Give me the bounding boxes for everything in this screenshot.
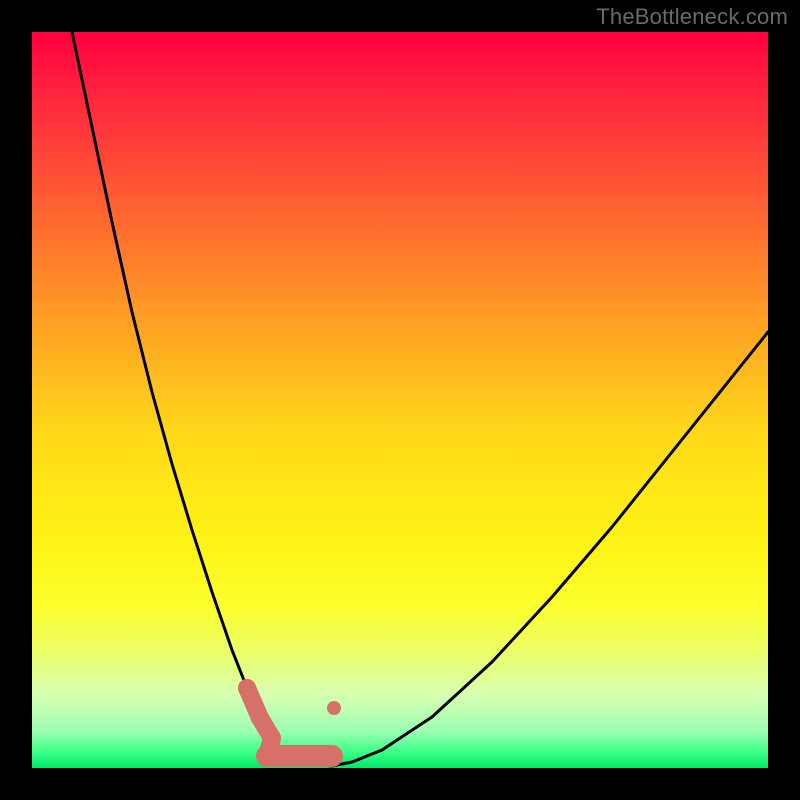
watermark: TheBottleneck.com bbox=[596, 4, 788, 30]
curve-dot-right-1 bbox=[327, 701, 341, 715]
curve-dot-left-3 bbox=[263, 729, 281, 747]
plot-area bbox=[32, 32, 768, 768]
markers-group bbox=[238, 679, 341, 747]
chart-frame: TheBottleneck.com bbox=[0, 0, 800, 800]
bottleneck-curve bbox=[72, 32, 768, 766]
curve-layer bbox=[32, 32, 768, 768]
curve-dot-left-2 bbox=[251, 709, 269, 727]
curve-group bbox=[72, 32, 768, 766]
curve-dot-left-1 bbox=[238, 679, 256, 697]
